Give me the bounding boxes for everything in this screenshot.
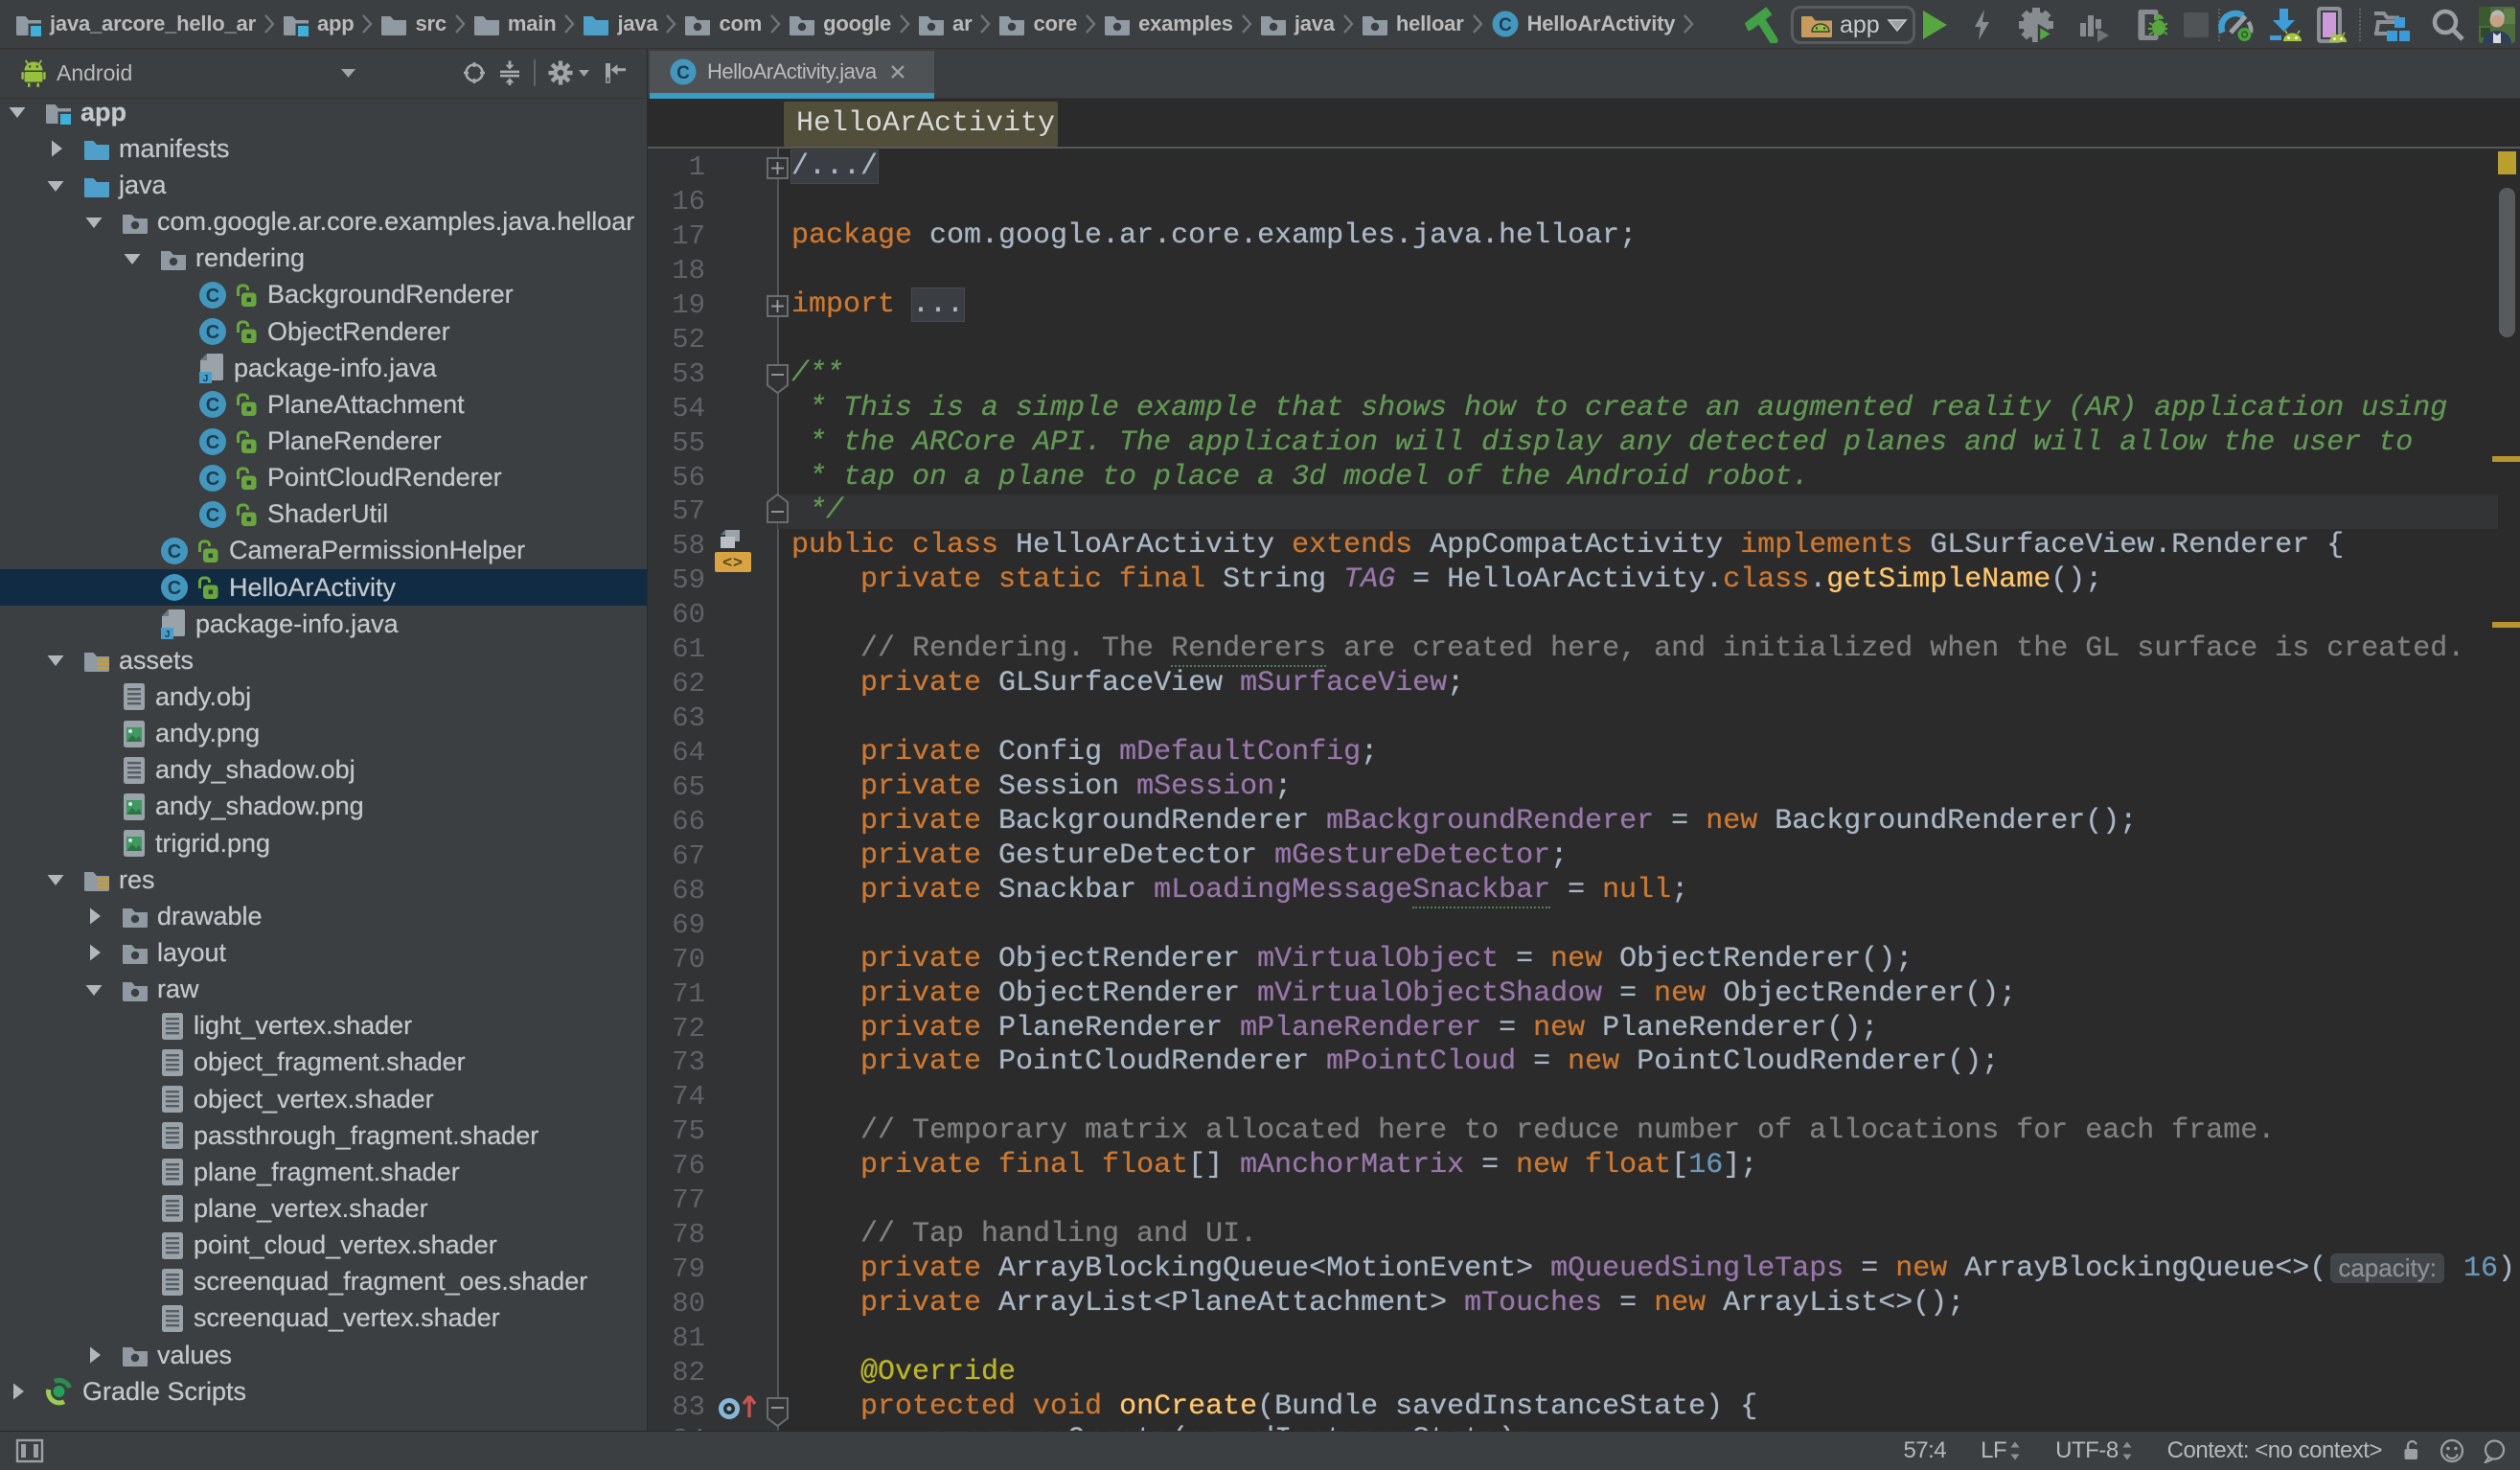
- svg-text:J: J: [165, 630, 171, 639]
- svg-text:C: C: [206, 286, 219, 307]
- svg-text:C: C: [206, 432, 219, 453]
- svg-text:C: C: [676, 63, 690, 83]
- svg-text:C: C: [206, 469, 219, 490]
- svg-text:C: C: [206, 322, 219, 343]
- svg-text:J: J: [203, 374, 209, 383]
- svg-text:C: C: [168, 541, 181, 563]
- svg-text:C: C: [168, 578, 181, 599]
- svg-text:C: C: [206, 395, 219, 416]
- svg-text:C: C: [206, 505, 219, 526]
- svg-text:C: C: [1499, 15, 1512, 35]
